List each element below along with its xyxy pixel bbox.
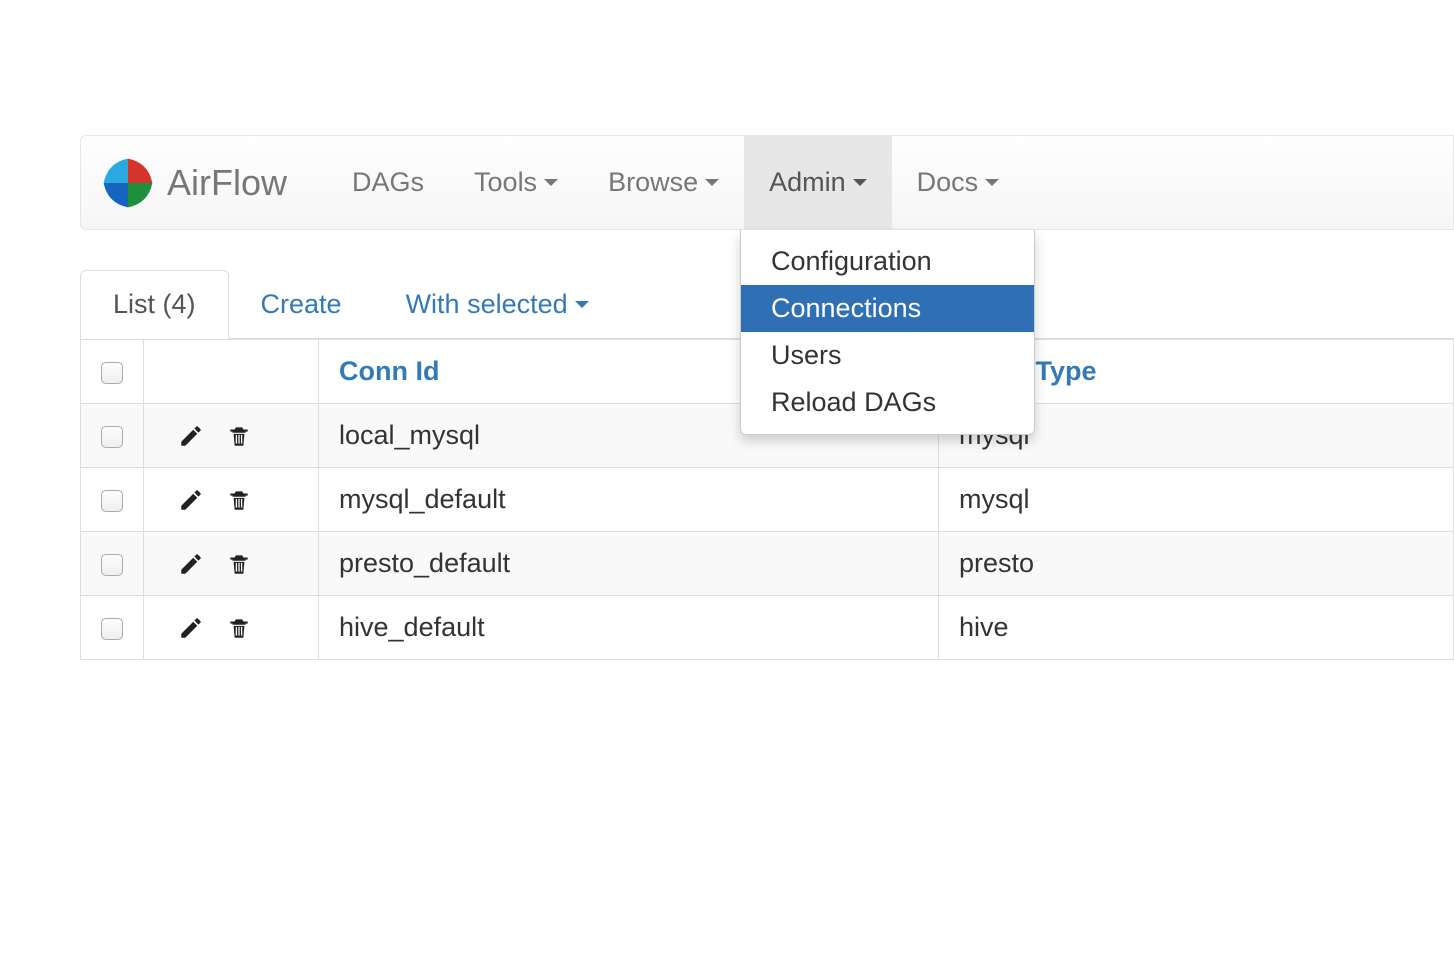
delete-icon[interactable] <box>226 615 252 641</box>
cell-conn-id: hive_default <box>319 596 939 660</box>
row-checkbox[interactable] <box>101 618 123 640</box>
nav-browse-label: Browse <box>608 167 698 198</box>
nav-admin-label: Admin <box>769 167 846 198</box>
row-checkbox[interactable] <box>101 490 123 512</box>
cell-conn-type: presto <box>939 532 1454 596</box>
cell-conn-type: mysql <box>939 468 1454 532</box>
nav-tools-label: Tools <box>474 167 537 198</box>
navbar: AirFlow DAGs Tools Browse Admin Docs <box>80 135 1454 230</box>
admin-menu-users[interactable]: Users <box>741 332 1034 379</box>
edit-icon[interactable] <box>178 551 204 577</box>
tab-with-selected-label: With selected <box>406 289 568 320</box>
delete-icon[interactable] <box>226 487 252 513</box>
edit-icon[interactable] <box>178 487 204 513</box>
nav-docs[interactable]: Docs <box>892 136 1025 229</box>
tab-with-selected[interactable]: With selected <box>374 271 621 338</box>
caret-down-icon <box>575 301 589 308</box>
header-select-all <box>81 340 144 404</box>
nav-browse[interactable]: Browse <box>583 136 744 229</box>
nav-dags-label: DAGs <box>352 167 424 198</box>
row-checkbox[interactable] <box>101 554 123 576</box>
brand-link[interactable]: AirFlow <box>99 154 287 212</box>
table-row: mysql_defaultmysql <box>81 468 1454 532</box>
delete-icon[interactable] <box>226 423 252 449</box>
edit-icon[interactable] <box>178 423 204 449</box>
caret-down-icon <box>705 179 719 186</box>
admin-menu-connections[interactable]: Connections <box>741 285 1034 332</box>
table-row: presto_defaultpresto <box>81 532 1454 596</box>
cell-conn-id: mysql_default <box>319 468 939 532</box>
nav-dags[interactable]: DAGs <box>327 136 449 229</box>
caret-down-icon <box>985 179 999 186</box>
tab-create[interactable]: Create <box>229 271 374 338</box>
brand-text: AirFlow <box>167 162 287 204</box>
caret-down-icon <box>544 179 558 186</box>
nav-items: DAGs Tools Browse Admin Docs <box>327 136 1024 229</box>
nav-docs-label: Docs <box>917 167 979 198</box>
admin-dropdown: Configuration Connections Users Reload D… <box>740 230 1035 435</box>
nav-tools[interactable]: Tools <box>449 136 583 229</box>
admin-menu-configuration[interactable]: Configuration <box>741 238 1034 285</box>
airflow-logo-icon <box>99 154 157 212</box>
cell-conn-type: hive <box>939 596 1454 660</box>
tab-list-label: List (4) <box>113 289 196 320</box>
caret-down-icon <box>853 179 867 186</box>
nav-admin[interactable]: Admin <box>744 136 892 229</box>
select-all-checkbox[interactable] <box>101 362 123 384</box>
tab-list[interactable]: List (4) <box>80 270 229 339</box>
delete-icon[interactable] <box>226 551 252 577</box>
tab-create-label: Create <box>261 289 342 320</box>
cell-conn-id: presto_default <box>319 532 939 596</box>
admin-menu-reload-dags[interactable]: Reload DAGs <box>741 379 1034 426</box>
row-checkbox[interactable] <box>101 426 123 448</box>
header-actions <box>144 340 319 404</box>
edit-icon[interactable] <box>178 615 204 641</box>
table-row: hive_defaulthive <box>81 596 1454 660</box>
